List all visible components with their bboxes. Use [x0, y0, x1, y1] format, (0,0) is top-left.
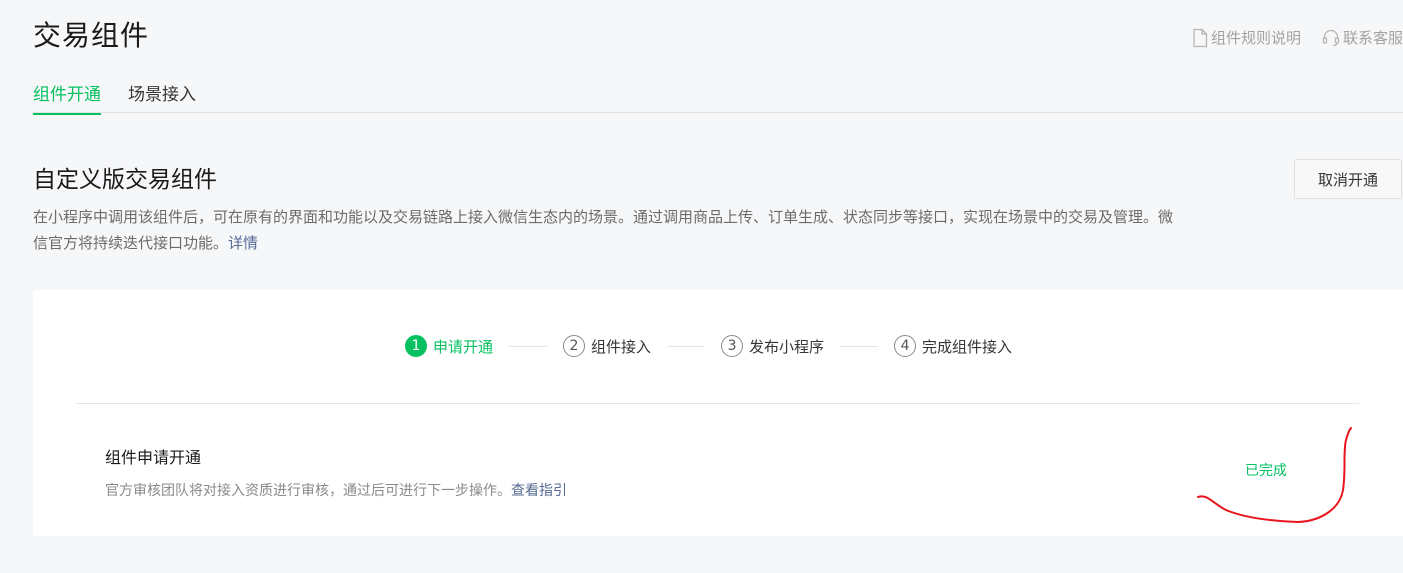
tab-bar: 组件开通 场景接入: [33, 80, 196, 115]
customer-service-link[interactable]: 联系客服: [1321, 27, 1403, 48]
step-label: 申请开通: [433, 337, 494, 356]
rules-link[interactable]: 组件规则说明: [1191, 27, 1301, 48]
page-title: 交易组件: [33, 19, 150, 52]
step-number: 4: [894, 335, 917, 357]
document-icon: [1191, 28, 1209, 48]
step-label: 组件接入: [591, 337, 652, 356]
application-description-text: 官方审核团队将对接入资质进行审核，通过后可进行下一步操作。: [105, 483, 511, 499]
step-publish: 3 发布小程序: [721, 335, 824, 357]
section-description-text: 在小程序中调用该组件后，可在原有的界面和功能以及交易链路上接入微信生态内的场景。…: [33, 208, 1174, 252]
rules-link-label: 组件规则说明: [1210, 29, 1301, 47]
step-indicator: 1 申请开通 2 组件接入 3 发布小程序 4 完成组件接入: [405, 335, 1012, 357]
section-title: 自定义版交易组件: [33, 167, 217, 193]
step-complete: 4 完成组件接入: [894, 335, 1012, 357]
application-description: 官方审核团队将对接入资质进行审核，通过后可进行下一步操作。查看指引: [105, 480, 567, 500]
step-number: 3: [721, 335, 744, 357]
application-title: 组件申请开通: [105, 448, 202, 467]
cancel-activation-button[interactable]: 取消开通: [1294, 159, 1402, 199]
step-number: 2: [563, 335, 586, 357]
activation-card: 1 申请开通 2 组件接入 3 发布小程序 4 完成组件接入 组件申请开通 官方…: [33, 290, 1403, 536]
status-completed: 已完成: [1245, 463, 1287, 479]
view-guide-link[interactable]: 查看指引: [511, 483, 567, 499]
header-links: 组件规则说明 联系客服: [1191, 27, 1403, 48]
tab-divider: [33, 112, 1403, 113]
step-integrate: 2 组件接入: [563, 335, 651, 357]
step-apply: 1 申请开通: [405, 335, 493, 357]
step-number: 1: [405, 335, 427, 357]
detail-link[interactable]: 详情: [228, 234, 258, 252]
tab-scene-access[interactable]: 场景接入: [128, 80, 196, 115]
section-description: 在小程序中调用该组件后，可在原有的界面和功能以及交易链路上接入微信生态内的场景。…: [33, 204, 1183, 256]
customer-service-label: 联系客服: [1342, 29, 1403, 47]
tab-component-activation[interactable]: 组件开通: [33, 80, 101, 115]
step-connector: [509, 345, 548, 347]
step-label: 发布小程序: [749, 337, 825, 356]
headset-icon: [1321, 28, 1341, 48]
step-connector: [667, 345, 706, 347]
card-divider: [77, 403, 1359, 404]
step-connector: [840, 345, 879, 347]
step-label: 完成组件接入: [922, 337, 1013, 356]
